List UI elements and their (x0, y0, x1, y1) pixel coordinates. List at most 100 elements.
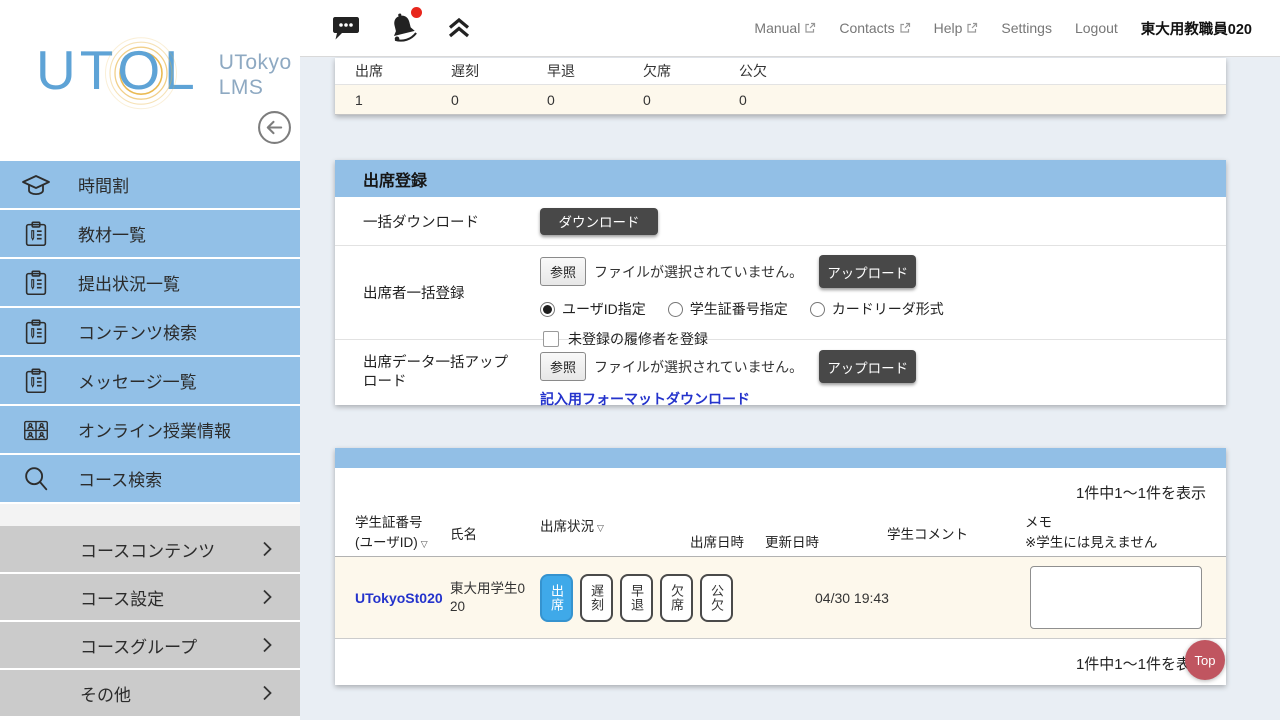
header-status[interactable]: 出席状況▽ (540, 509, 690, 535)
upload-button[interactable]: アップロード (819, 350, 916, 383)
meeting-grid-icon (20, 414, 52, 446)
radio-button-checked[interactable] (540, 302, 555, 317)
header-update-time: 更新日時 (765, 531, 887, 556)
sidebar-item-course-contents[interactable]: コースコンテンツ (0, 526, 300, 572)
sidebar-item-others[interactable]: その他 (0, 670, 300, 716)
logo-subtitle: UTokyo LMS (219, 50, 292, 100)
collapse-header-chevrons-icon[interactable] (446, 17, 472, 39)
summary-value: 1 (355, 92, 451, 108)
sidebar-item-label: 教材一覧 (78, 221, 146, 246)
download-button[interactable]: ダウンロード (540, 208, 658, 235)
summary-header: 欠席 (643, 61, 739, 81)
sidebar-item-label: 時間割 (78, 172, 129, 197)
sidebar-item-content-search[interactable]: コンテンツ検索 (0, 308, 300, 355)
chevron-right-icon (262, 637, 272, 658)
utol-logo: UTOL UTokyo LMS (36, 40, 292, 101)
topbar-icons (332, 11, 472, 45)
bulk-register-row: 出席者一括登録 参照 ファイルが選択されていません。 アップロード ユーザID指… (335, 246, 1226, 340)
summary-header: 早退 (547, 61, 643, 81)
sidebar-item-label: オンライン授業情報 (78, 417, 231, 442)
browse-file-button[interactable]: 参照 (540, 257, 586, 286)
help-link[interactable]: Help (934, 20, 979, 36)
sidebar-item-online-class-info[interactable]: オンライン授業情報 (0, 406, 300, 453)
status-button-left-early[interactable]: 早退 (620, 574, 653, 622)
status-button-group: 出席 遅刻 早退 欠席 公欠 (540, 574, 733, 622)
user-name: 東大用教職員020 (1141, 18, 1252, 39)
logo-area: UTOL UTokyo LMS (0, 0, 300, 161)
table-header-row: 学生証番号 (ユーザID)▽ 氏名 出席状況▽ 出席日時 更新日時 学生コメント… (335, 509, 1226, 557)
bulk-download-row: 一括ダウンロード ダウンロード (335, 197, 1226, 246)
sidebar-item-messages[interactable]: メッセージ一覧 (0, 357, 300, 404)
format-download-link[interactable]: 記入用フォーマットダウンロード (540, 389, 750, 409)
summary-header: 遅刻 (451, 61, 547, 81)
external-link-icon (804, 22, 816, 34)
student-id-link[interactable]: UTokyoSt020 (355, 590, 447, 606)
radio-card-reader-format[interactable]: カードリーダ形式 (810, 299, 944, 319)
logo-letter-o: O (117, 40, 164, 101)
sidebar-item-course-settings[interactable]: コース設定 (0, 574, 300, 620)
attendance-registration-panel: 出席登録 一括ダウンロード ダウンロード 出席者一括登録 参照 ファイルが選択さ… (335, 160, 1226, 405)
summary-header: 公欠 (739, 61, 835, 81)
status-button-present[interactable]: 出席 (540, 574, 573, 622)
row-label: 一括ダウンロード (363, 211, 540, 232)
external-link-icon (899, 22, 911, 34)
header-name: 氏名 (450, 523, 540, 543)
result-count-top: 1件中1〜1件を表示 (335, 468, 1226, 509)
manual-link[interactable]: Manual (754, 20, 816, 36)
header-student-comment: 学生コメント (887, 523, 1025, 543)
sidebar-item-label: 提出状況一覧 (78, 270, 180, 295)
sidebar-item-label: コース検索 (78, 466, 162, 491)
radio-button[interactable] (810, 302, 825, 317)
sidebar-item-submission-status[interactable]: 提出状況一覧 (0, 259, 300, 306)
memo-cell (1030, 566, 1202, 634)
sort-icon[interactable]: ▽ (421, 538, 428, 551)
summary-header-row: 出席 遅刻 早退 欠席 公欠 (335, 58, 1226, 85)
browse-file-button[interactable]: 参照 (540, 352, 586, 381)
student-name: 東大用学生020 (450, 579, 532, 615)
sidebar-item-course-group[interactable]: コースグループ (0, 622, 300, 668)
summary-value: 0 (547, 92, 643, 108)
result-count-bottom: 1件中1〜1件を表示 (335, 639, 1226, 680)
summary-value: 0 (739, 92, 835, 108)
clipboard-icon (20, 218, 52, 250)
status-button-absent[interactable]: 欠席 (660, 574, 693, 622)
status-button-excused[interactable]: 公欠 (700, 574, 733, 622)
logout-link[interactable]: Logout (1075, 20, 1118, 36)
clipboard-icon (20, 267, 52, 299)
scroll-to-top-button[interactable]: Top (1185, 640, 1225, 680)
clipboard-icon (20, 316, 52, 348)
sidebar-divider (0, 504, 300, 526)
logo-text: UTOL (36, 40, 199, 101)
sidebar-item-label: コンテンツ検索 (78, 319, 197, 344)
clipboard-icon (20, 365, 52, 397)
settings-link[interactable]: Settings (1001, 20, 1052, 36)
notifications-bell-icon[interactable] (386, 11, 420, 45)
radio-user-id[interactable]: ユーザID指定 (540, 299, 646, 319)
sidebar-item-label: メッセージ一覧 (78, 368, 197, 393)
upload-button[interactable]: アップロード (819, 255, 916, 288)
data-upload-row: 出席データ一括アップロード 参照 ファイルが選択されていません。 アップロード … (335, 340, 1226, 405)
header-attend-time: 出席日時 (690, 531, 765, 556)
arrow-left-circle-icon (257, 110, 292, 145)
status-button-late[interactable]: 遅刻 (580, 574, 613, 622)
chat-icon[interactable] (332, 15, 360, 42)
topbar: Manual Contacts Help Settings Logout 東大用… (300, 0, 1280, 57)
header-student-id[interactable]: 学生証番号 (ユーザID)▽ (355, 513, 450, 552)
topbar-links: Manual Contacts Help Settings Logout 東大用… (754, 18, 1252, 39)
sidebar-item-timetable[interactable]: 時間割 (0, 161, 300, 208)
sidebar-item-course-search[interactable]: コース検索 (0, 455, 300, 502)
sidebar-item-materials[interactable]: 教材一覧 (0, 210, 300, 257)
notification-badge (411, 7, 422, 18)
summary-value-row: 1 0 0 0 0 (335, 85, 1226, 115)
sort-icon[interactable]: ▽ (597, 523, 604, 534)
radio-student-card-number[interactable]: 学生証番号指定 (668, 299, 788, 319)
no-file-selected-text: ファイルが選択されていません。 (594, 357, 803, 377)
radio-button[interactable] (668, 302, 683, 317)
chevron-right-icon (262, 685, 272, 706)
memo-textarea[interactable] (1030, 566, 1202, 629)
id-type-radio-group: ユーザID指定 学生証番号指定 カードリーダ形式 (540, 299, 958, 319)
table-header-bar (335, 448, 1226, 468)
contacts-link[interactable]: Contacts (839, 20, 910, 36)
sidebar-collapse-button[interactable] (257, 110, 292, 145)
table-row: UTokyoSt020 東大用学生020 出席 遅刻 早退 欠席 公欠 04/3… (335, 557, 1226, 639)
